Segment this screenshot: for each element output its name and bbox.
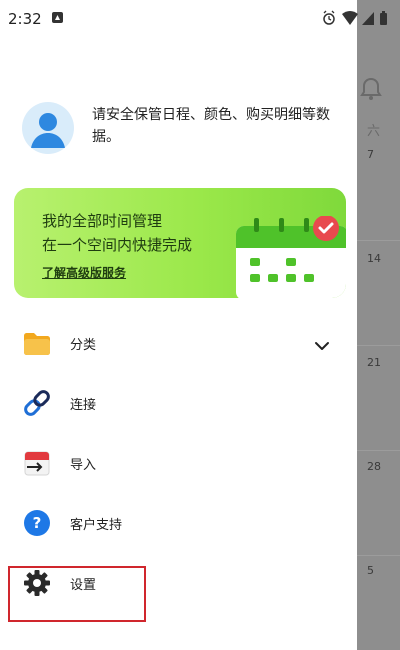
menu-item-import[interactable]: 导入 [0,434,357,492]
help-icon: ? [22,508,52,538]
menu-item-connections[interactable]: 连接 [0,374,357,432]
signal-icon [362,12,374,25]
wifi-icon [342,11,358,25]
battery-icon [380,11,387,25]
premium-learn-more-link[interactable]: 了解高级版服务 [42,264,126,281]
calendar-illustration-icon [234,215,346,298]
chevron-down-icon[interactable] [314,336,330,355]
background-calendar-strip[interactable]: 六 7 14 21 28 5 [357,0,400,650]
date-number: 28 [367,460,381,473]
notification-app-icon [52,12,63,23]
profile-section[interactable]: 请安全保管日程、颜色、购买明细等数据。 [22,100,342,160]
date-number: 21 [367,356,381,369]
week-divider [357,345,400,346]
menu-item-label: 连接 [70,398,97,413]
status-bar: 2:32 [0,0,400,38]
weekday-label: 六 [367,124,381,139]
date-number: 7 [367,148,374,161]
import-calendar-icon [22,448,52,478]
alarm-icon [323,10,335,25]
link-icon [22,388,52,418]
week-divider [357,555,400,556]
date-number: 5 [367,564,374,577]
week-divider [357,450,400,451]
svg-text:?: ? [33,514,42,532]
date-number: 14 [367,252,381,265]
menu-item-label: 导入 [70,458,97,473]
settings-highlight-box [8,566,146,622]
menu-item-label: 分类 [70,338,97,353]
premium-banner[interactable]: 我的全部时间管理 在一个空间内快捷完成 了解高级版服务 [14,188,346,298]
menu-item-label: 客户支持 [70,518,123,533]
navigation-drawer: 请安全保管日程、颜色、购买明细等数据。 我的全部时间管理 在一个空间内快捷完成 … [0,0,357,650]
week-divider [357,240,400,241]
avatar[interactable] [22,102,74,154]
status-icons [322,10,394,30]
status-time: 2:32 [8,10,42,28]
menu-item-support[interactable]: ? 客户支持 [0,494,357,552]
banner-title-line2: 在一个空间内快捷完成 [42,236,193,254]
folder-icon [22,328,52,358]
profile-message: 请安全保管日程、颜色、购买明细等数据。 [92,107,330,145]
menu-item-categories[interactable]: 分类 [0,314,357,372]
bell-icon [359,76,383,108]
banner-title-line1: 我的全部时间管理 [42,212,163,230]
